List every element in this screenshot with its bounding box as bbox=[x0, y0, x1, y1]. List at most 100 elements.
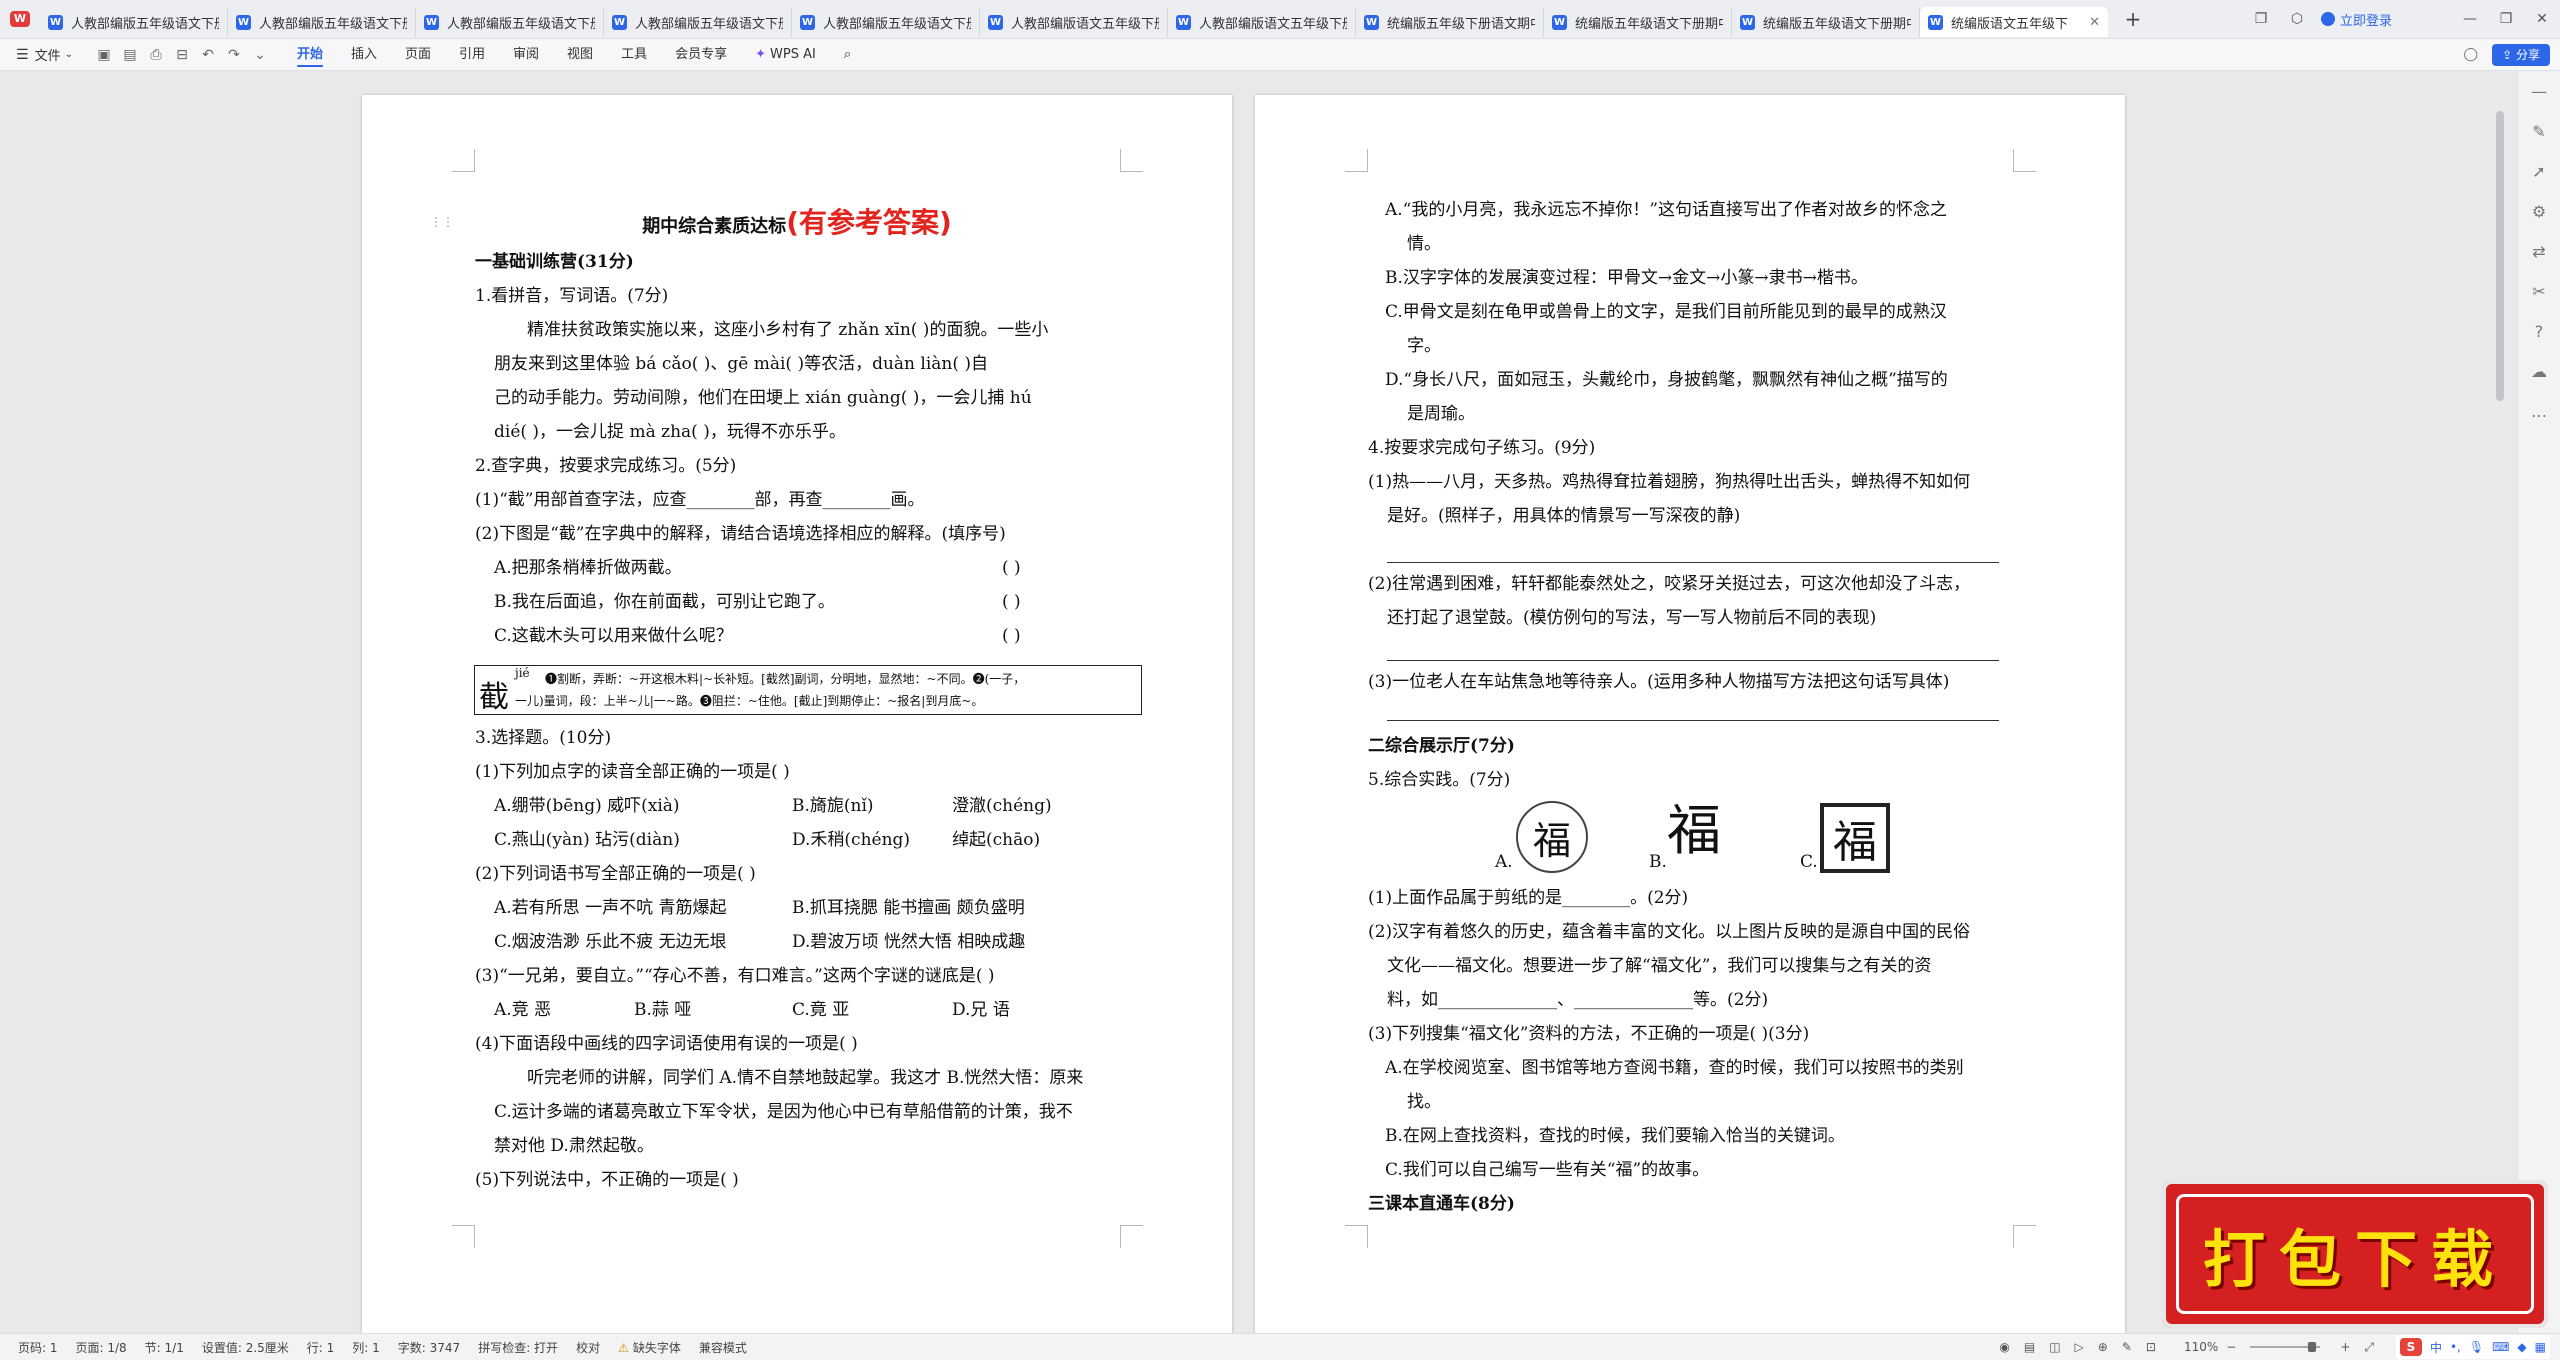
restore-window-icon[interactable]: ❐ bbox=[2243, 11, 2279, 27]
zoom-control[interactable]: 110% − + bbox=[2170, 1340, 2350, 1354]
play-icon[interactable]: ▷ bbox=[2075, 1340, 2084, 1354]
promo-frame: 打包下载 bbox=[2176, 1194, 2534, 1314]
zoom-out-icon[interactable]: − bbox=[2226, 1340, 2236, 1354]
tab-label: 人教部编版五年级语文下册 bbox=[259, 16, 407, 32]
help-icon[interactable]: ? bbox=[2518, 311, 2560, 351]
tab-view[interactable]: 视图 bbox=[553, 39, 607, 70]
hamburger-icon: ☰ bbox=[16, 46, 29, 63]
document-tab-active[interactable]: W 统编版语文五年级下 ✕ bbox=[1920, 7, 2108, 37]
missing-font-button[interactable]: ⚠ 缺失字体 bbox=[618, 1339, 681, 1356]
tab-label: 统编版五年级语文下册期中 bbox=[1575, 16, 1723, 32]
web-view-icon[interactable]: ◫ bbox=[2049, 1340, 2060, 1354]
undo-icon[interactable]: ↶ bbox=[195, 47, 221, 63]
minimize-icon[interactable]: — bbox=[2452, 11, 2488, 27]
search-icon[interactable]: ⌕ bbox=[830, 39, 865, 70]
option-text: B.旖旎(nǐ) bbox=[792, 796, 874, 816]
document-tab[interactable]: W 人教部编版五年级语文下册 bbox=[604, 7, 792, 37]
more-icon[interactable]: … bbox=[2518, 391, 2560, 431]
question-text: 料，如______________、______________等。(2分) bbox=[1387, 990, 1769, 1010]
apps-icon[interactable]: ▦ bbox=[2535, 1340, 2546, 1354]
document-tab[interactable]: W 统编版五年级语文下册期中 bbox=[1732, 7, 1920, 37]
page-title: 期中综合素质达标(有参考答案) bbox=[362, 201, 1232, 241]
option-text: C.燕山(yàn) 玷污(diàn) bbox=[494, 830, 680, 850]
word-doc-icon: W bbox=[1364, 14, 1379, 30]
tab-review[interactable]: 审阅 bbox=[499, 39, 553, 70]
pen-mode-icon[interactable]: ✎ bbox=[2122, 1340, 2132, 1354]
pen-icon[interactable]: ✎ bbox=[2518, 111, 2560, 151]
close-tab-icon[interactable]: ✕ bbox=[2089, 15, 2100, 30]
document-tab[interactable]: W 统编版五年级下册语文期中 bbox=[1356, 7, 1544, 37]
wps-ai-button[interactable]: ✦ WPS AI bbox=[741, 39, 830, 70]
tab-page[interactable]: 页面 bbox=[391, 39, 445, 70]
skin-icon[interactable]: ◆ bbox=[2517, 1340, 2526, 1354]
missing-font-label: 缺失字体 bbox=[632, 1340, 681, 1355]
status-words[interactable]: 字数: 3747 bbox=[398, 1339, 460, 1356]
punct-icon[interactable]: •, bbox=[2450, 1340, 2461, 1354]
status-pages[interactable]: 页面: 1/8 bbox=[76, 1339, 127, 1356]
scrollbar-thumb[interactable] bbox=[2496, 111, 2504, 401]
tab-references[interactable]: 引用 bbox=[445, 39, 499, 70]
save-icon[interactable]: ▣ bbox=[91, 47, 117, 63]
crop-mark bbox=[2013, 1225, 2036, 1248]
collab-icon[interactable]: ◯ bbox=[2464, 47, 2479, 62]
file-menu[interactable]: ☰ 文件 ⌄ bbox=[16, 45, 73, 65]
tools-icon[interactable]: ✂ bbox=[2518, 271, 2560, 311]
translate-icon[interactable]: ⇄ bbox=[2518, 231, 2560, 271]
fullscreen-icon[interactable]: ⤢ bbox=[2364, 1340, 2374, 1355]
close-window-icon[interactable]: ✕ bbox=[2524, 11, 2560, 27]
print-icon[interactable]: ⎙ bbox=[143, 47, 169, 63]
word-doc-icon: W bbox=[800, 14, 815, 30]
zoom-slider-knob[interactable] bbox=[2308, 1342, 2317, 1352]
tab-member[interactable]: 会员专享 bbox=[661, 39, 741, 70]
mic-icon[interactable]: 🎙 bbox=[2469, 1340, 2484, 1354]
wps-logo-icon[interactable]: W bbox=[0, 0, 40, 38]
document-page-1[interactable]: ⋮⋮ 期中综合素质达标(有参考答案) 一基础训练营(31分) 1.看拼音，写词语… bbox=[362, 95, 1232, 1334]
document-tab[interactable]: W 人教部编版五年级语文下册 bbox=[228, 7, 416, 37]
page-view-icon[interactable]: ▤ bbox=[2024, 1340, 2035, 1354]
print-preview-icon[interactable]: ⊟ bbox=[169, 47, 195, 63]
vertical-scrollbar[interactable] bbox=[2490, 71, 2512, 1334]
option-text: B.蒜 哑 bbox=[634, 1000, 692, 1020]
document-tab[interactable]: W 人教部编版五年级语文下册 bbox=[40, 7, 228, 37]
minus-icon[interactable]: — bbox=[2518, 71, 2560, 111]
ime-language[interactable]: 中 bbox=[2430, 1339, 2442, 1356]
document-tab[interactable]: W 人教部编版语文五年级下册 bbox=[980, 7, 1168, 37]
download-promo-badge[interactable]: 打包下载 bbox=[2162, 1180, 2548, 1328]
status-spell[interactable]: 拼写检查: 打开 bbox=[478, 1339, 558, 1356]
eye-icon[interactable]: ◉ bbox=[1999, 1340, 2009, 1354]
zoom-slider[interactable] bbox=[2250, 1342, 2321, 1352]
export-pdf-icon[interactable]: ▤ bbox=[117, 47, 143, 63]
redo-icon[interactable]: ↷ bbox=[221, 47, 247, 63]
tab-tools[interactable]: 工具 bbox=[607, 39, 661, 70]
share-cloud-icon[interactable]: ☁ bbox=[2518, 351, 2560, 391]
tab-home[interactable]: 开始 bbox=[283, 39, 337, 70]
option-text: D.碧波万顷 恍然大悟 相映成趣 bbox=[792, 932, 1026, 952]
settings-sliders-icon[interactable]: ⚙ bbox=[2518, 191, 2560, 231]
question-text: 禁对他 D.肃然起敬。 bbox=[494, 1136, 654, 1156]
question-text: (2)下列词语书写全部正确的一项是( ) bbox=[475, 864, 756, 884]
globe-icon[interactable]: ⊕ bbox=[2098, 1340, 2108, 1354]
tab-insert[interactable]: 插入 bbox=[337, 39, 391, 70]
document-tab[interactable]: W 统编版五年级语文下册期中 bbox=[1544, 7, 1732, 37]
login-button[interactable]: 立即登录 bbox=[2320, 10, 2392, 29]
document-tab[interactable]: W 人教部编版五年级语文下册 bbox=[792, 7, 980, 37]
option-text: B.汉字字体的发展演变过程：甲骨文→金文→小篆→隶书→楷书。 bbox=[1385, 268, 1868, 288]
document-tab[interactable]: W 人教部编版五年级语文下册 bbox=[416, 7, 604, 37]
cube-icon[interactable]: ⬡ bbox=[2279, 11, 2315, 27]
fu-glyph: 福 bbox=[1532, 818, 1571, 863]
new-tab-icon[interactable]: + bbox=[2108, 7, 2158, 31]
document-canvas[interactable]: ⋮⋮ 期中综合素质达标(有参考答案) 一基础训练营(31分) 1.看拼音，写词语… bbox=[0, 71, 2490, 1334]
more-chevron-icon[interactable]: ⌄ bbox=[247, 47, 273, 63]
fit-icon[interactable]: ⊡ bbox=[2146, 1340, 2156, 1354]
document-page-2[interactable]: A.“我的小月亮，我永远忘不掉你！”这句话直接写出了作者对故乡的怀念之 情。 B… bbox=[1255, 95, 2125, 1334]
ime-tray[interactable]: S 中 •, 🎙 ⌨ ◆ ▦ bbox=[2395, 1335, 2550, 1359]
status-proof[interactable]: 校对 bbox=[576, 1339, 600, 1356]
keyboard-icon[interactable]: ⌨ bbox=[2492, 1340, 2509, 1354]
document-tab[interactable]: W 人教部编版语文五年级下册 bbox=[1168, 7, 1356, 37]
select-cursor-icon[interactable]: ➚ bbox=[2518, 151, 2560, 191]
option-text: B.在网上查找资料，查找的时候，我们要输入恰当的关键词。 bbox=[1385, 1126, 1845, 1146]
status-page[interactable]: 页码: 1 bbox=[18, 1339, 58, 1356]
maximize-icon[interactable]: ❐ bbox=[2488, 11, 2524, 27]
zoom-in-icon[interactable]: + bbox=[2340, 1340, 2350, 1354]
share-button[interactable]: ⇪ 分享 bbox=[2492, 43, 2550, 66]
